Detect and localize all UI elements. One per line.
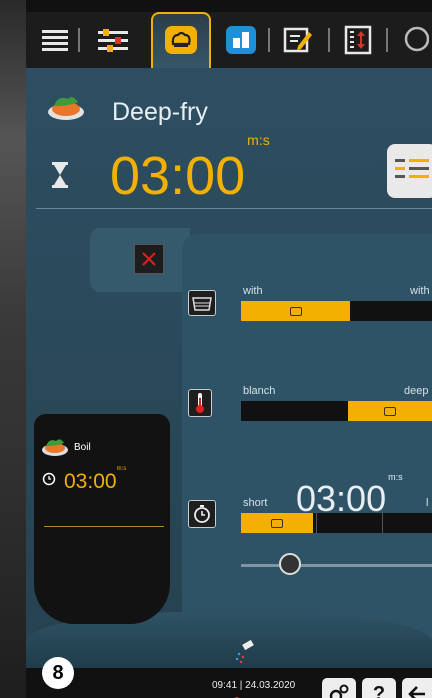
- preview-timer-value: 03:00: [64, 470, 117, 493]
- step-timer-unit: m:s: [388, 472, 403, 482]
- preview-food-icon: [40, 436, 70, 463]
- clock-icon: [42, 472, 56, 491]
- search-icon[interactable]: [396, 18, 432, 62]
- close-button[interactable]: [134, 244, 164, 274]
- edit-icon[interactable]: [278, 18, 318, 62]
- temperature-right-label: deep: [404, 385, 429, 397]
- help-button[interactable]: ?: [362, 678, 396, 698]
- step-number-badge: 8: [42, 657, 74, 689]
- exchange-icon[interactable]: [338, 18, 378, 62]
- pill-icon: [384, 406, 396, 416]
- pill-icon: [289, 306, 302, 316]
- layout-icon[interactable]: [219, 18, 263, 62]
- fine-time-slider-thumb[interactable]: [279, 553, 301, 575]
- preview-timer-unit: m:s: [116, 466, 127, 472]
- menu-icon[interactable]: [38, 18, 72, 62]
- temperature-left-label: blanch: [243, 385, 276, 397]
- device-bezel-top: [0, 0, 432, 12]
- arrow-left-icon: [408, 686, 425, 698]
- list-icon: [395, 159, 429, 178]
- time-left-label: short: [243, 497, 268, 509]
- preview-program-name: Boil: [74, 442, 91, 453]
- fat-right-label: with: [410, 285, 430, 297]
- oven-screen: Deep-fry 03:00m:s with with blanch deep …: [26, 12, 432, 698]
- fat-slider-fill[interactable]: [241, 301, 350, 321]
- time-slider-tick: [316, 513, 317, 533]
- compact-view-button[interactable]: [387, 144, 432, 198]
- fine-time-slider[interactable]: [241, 564, 432, 567]
- back-button[interactable]: [402, 678, 432, 698]
- toolbar-separator: [386, 28, 388, 52]
- preview-timer: 03:00m:s: [64, 466, 126, 494]
- time-slider-tick: [382, 513, 383, 533]
- time-slider-fill[interactable]: [241, 513, 313, 533]
- preview-divider: [44, 526, 164, 527]
- fat-left-label: with: [243, 285, 263, 297]
- top-toolbar: [26, 12, 432, 68]
- program-timer-value: 03:00: [110, 146, 246, 206]
- settings-button[interactable]: [322, 678, 356, 698]
- pill-icon: [271, 518, 283, 528]
- cooking-steps-panel: [182, 234, 432, 664]
- device-bezel-left: [0, 0, 26, 698]
- header-divider: [36, 208, 432, 209]
- toolbar-separator: [268, 28, 270, 52]
- close-icon: [142, 252, 156, 266]
- gears-icon: [329, 684, 349, 698]
- timer-icon: [188, 500, 216, 528]
- food-icon[interactable]: [159, 18, 203, 62]
- hourglass-icon: [52, 162, 68, 193]
- program-food-icon: [44, 92, 86, 131]
- time-right-label: l: [426, 497, 429, 509]
- program-timer[interactable]: 03:00m:s: [110, 132, 270, 206]
- fryer-basket-icon: [188, 290, 216, 316]
- date-time: 09:41 | 24.03.2020: [212, 680, 296, 691]
- program-title: Deep-fry: [112, 98, 208, 126]
- program-timer-unit: m:s: [247, 132, 270, 148]
- thermometer-icon: [188, 389, 212, 417]
- shower-icon: [231, 639, 257, 671]
- temperature-slider-fill[interactable]: [348, 401, 432, 421]
- toolbar-separator: [328, 28, 330, 52]
- toolbar-separator: [78, 28, 80, 52]
- sliders-icon[interactable]: [88, 18, 138, 62]
